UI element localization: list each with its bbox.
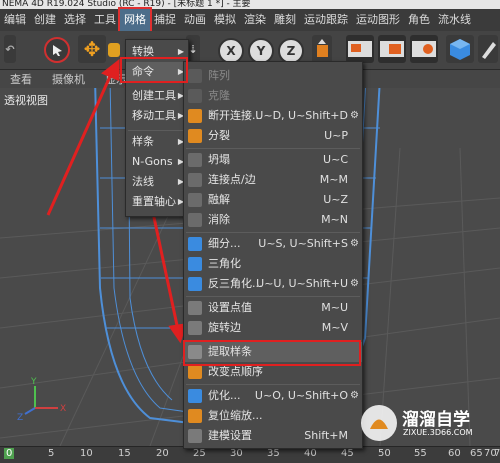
menu-item-normals[interactable]: 法线 ▶: [126, 172, 188, 192]
reset-scale-icon: [188, 409, 202, 423]
menu-item-array[interactable]: 阵列: [184, 66, 362, 86]
watermark-url: ZIXUE.3D66.COM: [403, 428, 473, 437]
menu-item-subdivide[interactable]: 细分... U~S, U~Shift+S ⚙: [184, 234, 362, 254]
watermark-brand: 溜溜自学: [402, 410, 470, 430]
optimize-icon: [188, 389, 202, 403]
menu-item-clone[interactable]: 克隆: [184, 86, 362, 106]
gear-icon[interactable]: ⚙: [350, 274, 359, 294]
commands-submenu: 阵列 克隆 断开连接... U~D, U~Shift+D ⚙ 分裂 U~P 坍塌 U~C…: [183, 61, 363, 449]
menu-item-split[interactable]: 分裂 U~P: [184, 126, 362, 146]
menu-separator: [186, 384, 360, 385]
shortcut-label: U~P: [324, 129, 348, 142]
shortcut-label: U~Z: [323, 193, 348, 206]
timeline-tick: 55: [414, 448, 427, 459]
menu-item-move-tools[interactable]: 移动工具 ▶: [126, 106, 188, 126]
menu-item-create-tools[interactable]: 创建工具 ▶: [126, 86, 188, 106]
menu-item-modeling-settings[interactable]: 建模设置 Shift+M: [184, 426, 362, 446]
menu-item-disconnect[interactable]: 断开连接... U~D, U~Shift+D ⚙: [184, 106, 362, 126]
timeline-tick: 25: [193, 448, 206, 459]
gear-icon[interactable]: ⚙: [350, 234, 359, 254]
shortcut-label: M~U: [321, 301, 348, 314]
timeline-tick: 30: [230, 448, 243, 459]
menu-separator: [128, 130, 186, 131]
timeline-tick: 60: [448, 448, 461, 459]
change-point-order-icon: [188, 365, 202, 379]
dissolve-icon: [188, 213, 202, 227]
menu-item-collapse[interactable]: 坍塌 U~C: [184, 150, 362, 170]
menu-item-dissolve[interactable]: 消除 M~N: [184, 210, 362, 230]
timeline-tick: 65: [470, 448, 483, 459]
gear-icon[interactable]: ⚙: [350, 106, 359, 126]
timeline-tick: 5: [48, 448, 55, 459]
shortcut-label: M~M: [319, 173, 348, 186]
highlight-commands: [120, 57, 188, 83]
shortcut-label: U~D, U~Shift+D: [255, 109, 348, 122]
modeling-settings-icon: [188, 429, 202, 443]
shortcut-label: U~C: [323, 153, 348, 166]
menu-separator: [186, 296, 360, 297]
menu-item-spline[interactable]: 样条 ▶: [126, 132, 188, 152]
array-icon: [188, 69, 202, 83]
timeline-tick: 75: [494, 448, 500, 459]
disconnect-icon: [188, 109, 202, 123]
menu-item-ngons[interactable]: N-Gons ▶: [126, 152, 188, 172]
triangulate-icon: [188, 257, 202, 271]
shortcut-label: U~O, U~Shift+O: [254, 389, 348, 402]
shortcut-label: Shift+M: [304, 429, 348, 442]
shortcut-label: U~U, U~Shift+U: [256, 277, 348, 290]
timeline-tick: 45: [341, 448, 354, 459]
menu-item-reset-axis[interactable]: 重置轴心 ▶: [126, 192, 188, 212]
menu-item-connect-points-edges[interactable]: 连接点/边 M~M: [184, 170, 362, 190]
menu-item-untriangulate[interactable]: 反三角化... U~U, U~Shift+U ⚙: [184, 274, 362, 294]
connect-icon: [188, 173, 202, 187]
timeline-tick: 15: [118, 448, 131, 459]
shortcut-label: U~S, U~Shift+S: [258, 237, 348, 250]
menu-item-spin-edge[interactable]: 旋转边 M~V: [184, 318, 362, 338]
timeline-tick: 40: [304, 448, 317, 459]
menu-item-triangulate[interactable]: 三角化: [184, 254, 362, 274]
subdivide-icon: [188, 237, 202, 251]
melt-icon: [188, 193, 202, 207]
shortcut-label: M~V: [321, 321, 348, 334]
timeline-tick: 35: [267, 448, 280, 459]
menu-separator: [186, 148, 360, 149]
timeline-tick: 10: [80, 448, 93, 459]
highlight-extract-spline: [183, 340, 361, 366]
watermark: 溜溜自学 ZIXUE.3D66.COM: [356, 400, 496, 446]
set-point-value-icon: [188, 301, 202, 315]
menu-separator: [186, 232, 360, 233]
spin-edge-icon: [188, 321, 202, 335]
split-icon: [188, 129, 202, 143]
menu-item-set-point-value[interactable]: 设置点值 M~U: [184, 298, 362, 318]
timeline-current-frame[interactable]: 0: [4, 448, 15, 459]
collapse-icon: [188, 153, 202, 167]
menu-item-optimize[interactable]: 优化... U~O, U~Shift+O ⚙: [184, 386, 362, 406]
menu-item-melt[interactable]: 融解 U~Z: [184, 190, 362, 210]
clone-icon: [188, 89, 202, 103]
menu-item-reset-scale[interactable]: 复位缩放...: [184, 406, 362, 426]
untriangulate-icon: [188, 277, 202, 291]
shortcut-label: M~N: [321, 213, 348, 226]
timeline-tick: 20: [156, 448, 169, 459]
timeline-tick: 50: [378, 448, 391, 459]
